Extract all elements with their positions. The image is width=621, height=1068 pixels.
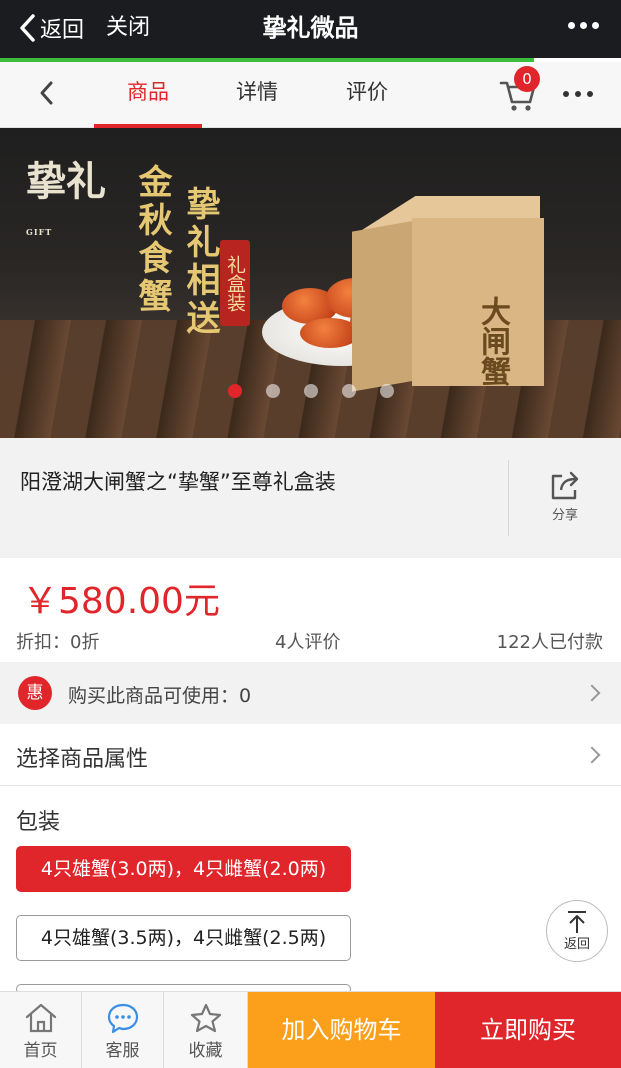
discount-badge-icon: 惠	[18, 676, 52, 710]
select-attributes-label: 选择商品属性	[16, 747, 149, 772]
tab-reviews[interactable]: 评价	[312, 62, 422, 128]
carousel-dot[interactable]	[341, 384, 356, 398]
service-label: 客服	[105, 1041, 140, 1061]
share-label: 分享	[551, 508, 578, 523]
home-icon	[25, 1003, 56, 1033]
home-label: 首页	[23, 1041, 58, 1061]
product-title-row: 阳澄湖大闸蟹之“挚蟹”至尊礼盒装 分享	[0, 438, 621, 558]
favorite-label: 收藏	[188, 1041, 223, 1061]
tab-details[interactable]: 详情	[202, 62, 312, 128]
banner-brand-logo: 挚礼 GIFT	[26, 158, 106, 238]
banner-headline-2: 挚礼相送	[180, 186, 220, 338]
buy-now-button[interactable]: 立即购买	[435, 992, 621, 1068]
carousel-dot[interactable]	[265, 384, 280, 398]
discount-text: 折扣：0折	[16, 632, 100, 653]
tab-goods[interactable]: 商品	[94, 62, 202, 128]
product-nav: 商品 详情 评价 0	[0, 62, 621, 128]
share-icon	[551, 471, 579, 500]
wechat-title-bar: 返回 关闭 挚礼微品	[0, 0, 621, 58]
star-icon	[190, 1003, 221, 1033]
coupon-text: 购买此商品可使用：0	[68, 685, 252, 707]
back-to-top-button[interactable]: 返回	[546, 900, 608, 962]
giftbox-label: 大闸蟹	[475, 296, 510, 386]
add-to-cart-button[interactable]: 加入购物车	[248, 992, 435, 1068]
home-button[interactable]: 首页	[0, 992, 82, 1068]
share-button[interactable]: 分享	[508, 460, 621, 536]
review-count[interactable]: 4人评价	[275, 628, 340, 654]
arrow-up-icon	[568, 911, 586, 933]
back-arrow-icon[interactable]	[34, 78, 60, 108]
back-to-top-label: 返回	[563, 937, 590, 952]
packaging-option[interactable]: 4只雄蟹(3.0两)，4只雌蟹(2.0两)	[16, 846, 351, 892]
product-price: ￥580.00元	[22, 581, 220, 622]
customer-service-button[interactable]: 客服	[82, 992, 164, 1068]
carousel-dot[interactable]	[303, 384, 318, 398]
packaging-option[interactable]: 4只雄蟹(3.5两)，4只雌蟹(2.5两)	[16, 915, 351, 961]
chat-bubble-icon	[107, 1003, 138, 1034]
banner-headline-1: 金秋食蟹	[132, 164, 172, 316]
more-icon[interactable]	[563, 91, 593, 97]
carousel-dots	[0, 384, 621, 398]
giftbox-image: 大闸蟹	[352, 196, 544, 392]
carousel-dot[interactable]	[379, 384, 394, 398]
bottom-action-bar: 首页 客服 收藏 加入购物车 立即购买	[0, 991, 621, 1068]
chevron-right-icon	[583, 746, 601, 764]
product-banner-carousel[interactable]: 挚礼 GIFT 金秋食蟹 挚礼相送 礼盒装 大闸蟹	[0, 128, 621, 438]
carousel-dot[interactable]	[227, 384, 242, 398]
product-title: 阳澄湖大闸蟹之“挚蟹”至尊礼盒装	[20, 470, 336, 494]
chevron-right-icon	[583, 684, 601, 702]
packaging-label: 包装	[16, 810, 61, 835]
coupon-row[interactable]: 惠 购买此商品可使用：0	[0, 662, 621, 724]
banner-giftbox-stamp: 礼盒装	[220, 240, 250, 326]
page-title: 挚礼微品	[262, 14, 359, 42]
wechat-more-icon[interactable]	[568, 22, 599, 29]
favorite-button[interactable]: 收藏	[164, 992, 248, 1068]
cart-count-badge: 0	[514, 66, 540, 92]
paid-count: 122人已付款	[496, 632, 603, 653]
select-attributes-row[interactable]: 选择商品属性	[0, 724, 621, 786]
